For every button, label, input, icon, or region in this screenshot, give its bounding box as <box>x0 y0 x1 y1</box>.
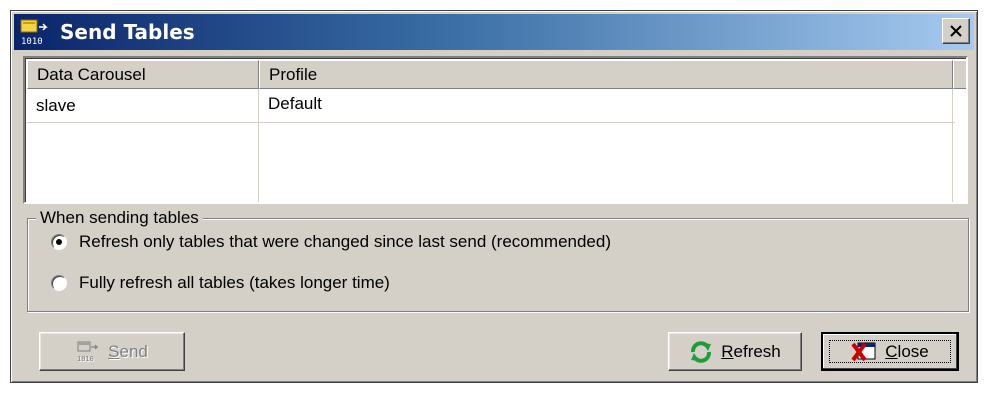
column-divider <box>952 89 953 202</box>
refresh-label: efresh <box>733 341 781 361</box>
close-button[interactable]: Close <box>821 332 959 371</box>
close-icon <box>950 25 962 37</box>
send-button[interactable]: 1010 Send <box>39 332 185 371</box>
group-label: When sending tables <box>36 208 203 228</box>
refresh-mnemonic: R <box>721 341 734 361</box>
send-tables-icon: 1010 <box>76 341 100 363</box>
column-header-data-carousel[interactable]: Data Carousel <box>27 60 259 89</box>
send-mnemonic: S <box>108 341 120 361</box>
title-close-button[interactable] <box>942 18 970 44</box>
row-divider <box>27 122 955 123</box>
radio-fully-refresh[interactable]: Fully refresh all tables (takes longer t… <box>51 273 390 293</box>
refresh-arrows-icon <box>689 340 713 363</box>
close-label: lose <box>897 341 929 361</box>
svg-text:1010: 1010 <box>21 37 43 47</box>
radio-label: Refresh only tables that were changed si… <box>79 232 612 251</box>
close-window-icon <box>851 341 877 363</box>
radio-button-unchecked[interactable] <box>51 275 67 291</box>
send-tables-icon: 1010 <box>20 19 52 47</box>
refresh-button[interactable]: Refresh <box>668 332 802 371</box>
send-tables-dialog: 1010 Send Tables Data Carousel Profile s… <box>10 10 978 383</box>
radio-label: Fully refresh all tables (takes longer t… <box>79 273 390 292</box>
column-divider <box>258 89 259 202</box>
column-header-profile[interactable]: Profile <box>259 60 953 89</box>
title-bar[interactable]: 1010 Send Tables <box>14 14 974 50</box>
close-mnemonic: C <box>885 341 898 361</box>
window-title: Send Tables <box>60 20 195 44</box>
carousel-list[interactable]: Data Carousel Profile slave Default <box>23 56 968 204</box>
send-label: end <box>119 341 148 361</box>
column-header-spacer <box>953 60 966 89</box>
radio-refresh-changed[interactable]: Refresh only tables that were changed si… <box>51 232 611 252</box>
cell-data-carousel: slave <box>36 96 76 115</box>
svg-text:1010: 1010 <box>77 355 94 363</box>
radio-button-checked[interactable] <box>51 234 67 250</box>
cell-profile: Default <box>268 94 322 113</box>
